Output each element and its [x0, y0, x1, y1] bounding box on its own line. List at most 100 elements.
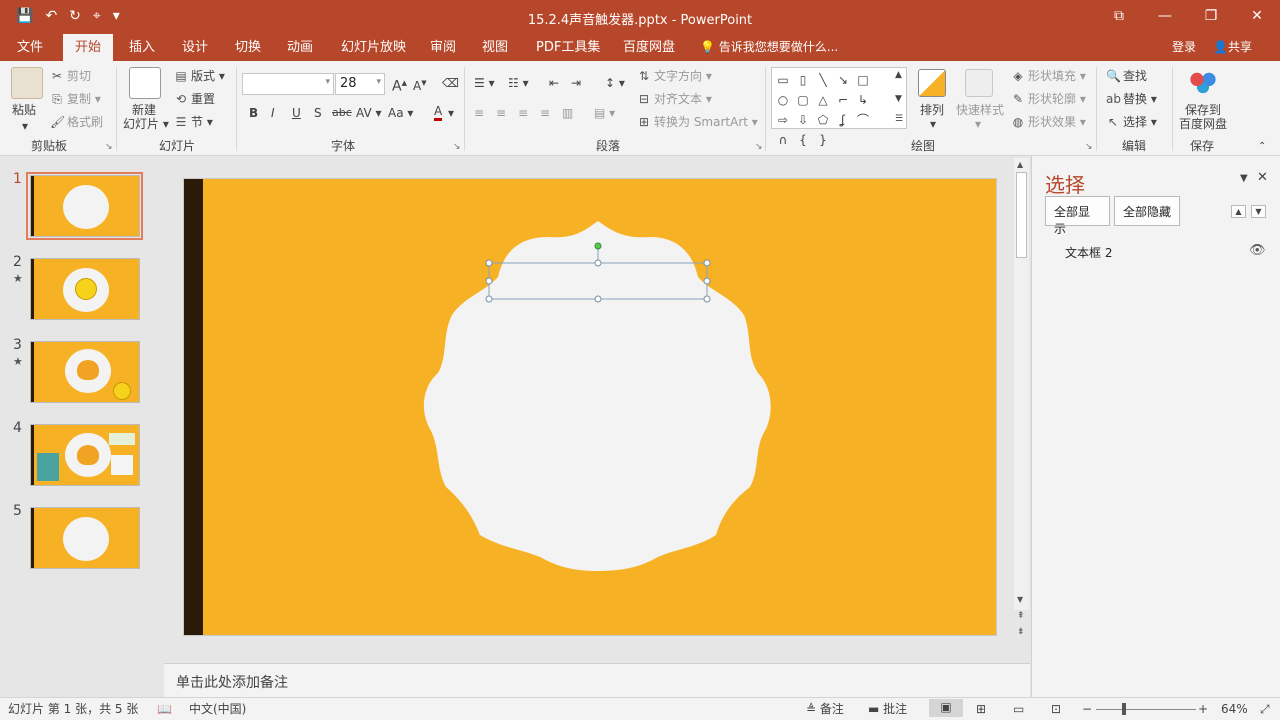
text-shadow-button[interactable]: S [314, 105, 322, 121]
align-right-icon[interactable]: ≡ [518, 105, 528, 121]
tab-home[interactable]: 开始 [63, 34, 114, 61]
bullets-button[interactable]: ☰ ▾ [474, 75, 495, 91]
textbox-shape-icon[interactable]: ▭ [775, 70, 791, 90]
rotate-handle[interactable] [594, 242, 602, 250]
line-shape-icon[interactable]: ╲ [815, 70, 831, 90]
spell-check-icon[interactable]: 📖 [157, 701, 172, 717]
shape-outline-button[interactable]: ✎ 形状轮廓 ▾ [1011, 91, 1086, 107]
bold-button[interactable]: B [249, 105, 258, 121]
close-button[interactable]: ✕ [1234, 0, 1280, 32]
tab-transitions[interactable]: 切换 [235, 38, 261, 57]
font-size-dropdown-icon[interactable]: ▾ [376, 77, 381, 87]
zoom-slider-track[interactable] [1096, 709, 1196, 710]
previous-slide-icon[interactable]: ⇞ [1017, 611, 1025, 621]
tab-baidu-netdisk[interactable]: 百度网盘 [623, 38, 675, 57]
arrange-icon[interactable] [918, 69, 946, 97]
new-slide-icon[interactable] [129, 67, 161, 99]
cut-button[interactable]: ✂ 剪切 [50, 68, 91, 84]
change-case-button[interactable]: Aa ▾ [388, 105, 413, 121]
justify-icon[interactable]: ≡ [540, 105, 550, 121]
distribute-icon[interactable]: ▥ [562, 105, 573, 121]
scroll-down-icon[interactable]: ▼ [1017, 595, 1023, 604]
slide-thumbnail-2[interactable] [30, 258, 140, 320]
tell-me-search[interactable]: 💡 告诉我您想要做什么... [700, 38, 838, 57]
slide-thumbnail-3[interactable] [30, 341, 140, 403]
text-direction-button[interactable]: ⇅ 文字方向 ▾ [637, 68, 712, 84]
left-brace-shape-icon[interactable]: { [795, 130, 811, 150]
quick-styles-icon[interactable] [965, 69, 993, 97]
align-left-icon[interactable]: ≡ [474, 105, 484, 121]
tab-pdf-tools[interactable]: PDF工具集 [536, 38, 600, 57]
collapse-ribbon-icon[interactable]: ⌃ [1258, 139, 1266, 155]
elbow-arrow-icon[interactable]: ↳ [855, 90, 871, 110]
scroll-thumb[interactable] [1016, 172, 1027, 258]
font-name-dropdown-icon[interactable]: ▾ [325, 77, 330, 87]
right-arrow-shape-icon[interactable]: ⇨ [775, 110, 791, 130]
new-slide-dropdown[interactable]: 幻灯片 ▾ [123, 116, 169, 132]
baidu-netdisk-icon[interactable] [1188, 69, 1218, 95]
reading-view-icon[interactable]: ▭ [1013, 701, 1024, 717]
arc-shape-icon[interactable]: ⌒ [855, 110, 871, 130]
font-color-dropdown-icon[interactable]: ▾ [448, 105, 454, 121]
minimize-button[interactable]: — [1142, 0, 1188, 32]
font-color-button[interactable]: A [434, 105, 443, 121]
slide-sorter-icon[interactable]: ⊞ [976, 701, 986, 717]
vtextbox-shape-icon[interactable]: ▯ [795, 70, 811, 90]
clear-format-icon[interactable]: ⌫ [442, 75, 459, 91]
resize-handle[interactable] [594, 259, 602, 267]
elbow-connector-icon[interactable]: ⌐ [835, 90, 851, 110]
freeform-shape-icon[interactable]: ⬠ [815, 110, 831, 130]
tab-design[interactable]: 设计 [182, 38, 208, 57]
triangle-shape-icon[interactable]: △ [815, 90, 831, 110]
show-all-button[interactable]: 全部显示 [1045, 196, 1110, 236]
resize-handle[interactable] [485, 295, 493, 303]
resize-handle[interactable] [485, 277, 493, 285]
zoom-slider-thumb[interactable] [1122, 703, 1126, 715]
italic-button[interactable]: I [271, 105, 275, 121]
selection-item-textbox[interactable]: 文本框 2 [1065, 244, 1112, 261]
login-link[interactable]: 登录 [1172, 38, 1196, 57]
paste-icon[interactable] [11, 67, 43, 99]
current-slide[interactable] [183, 178, 997, 636]
font-size-input[interactable]: 28 ▾ [335, 73, 385, 95]
fit-to-window-icon[interactable]: ⤢ [1260, 701, 1270, 717]
shape-effects-button[interactable]: ◍ 形状效果 ▾ [1011, 114, 1086, 130]
close-pane-icon[interactable]: ✕ [1257, 170, 1268, 185]
grow-font-button[interactable]: A▲ [392, 75, 407, 95]
zoom-level[interactable]: 64% [1221, 701, 1248, 717]
scalloped-badge-shape[interactable] [423, 221, 771, 571]
send-backward-icon[interactable]: ▼ [1251, 205, 1266, 218]
quick-styles-dropdown-icon[interactable]: ▾ [975, 116, 981, 132]
slide-thumbnail-4[interactable] [30, 424, 140, 486]
ribbon-display-icon[interactable]: ⧉ [1096, 0, 1142, 32]
zoom-out-icon[interactable]: − [1082, 701, 1092, 717]
font-launcher-icon[interactable]: ↘ [453, 142, 461, 152]
right-brace-shape-icon[interactable]: } [815, 130, 831, 150]
find-button[interactable]: 🔍 查找 [1106, 68, 1147, 84]
rounded-rect-shape-icon[interactable]: ▢ [795, 90, 811, 110]
decrease-indent-icon[interactable]: ⇤ [549, 75, 559, 91]
gallery-up-icon[interactable]: ▲ [895, 67, 902, 83]
copy-button[interactable]: ⎘ 复制 ▾ [50, 91, 101, 107]
tab-animations[interactable]: 动画 [287, 38, 313, 57]
drawing-launcher-icon[interactable]: ↘ [1085, 142, 1093, 152]
down-arrow-shape-icon[interactable]: ⇩ [795, 110, 811, 130]
resize-handle[interactable] [703, 259, 711, 267]
section-button[interactable]: ☰ 节 ▾ [174, 114, 213, 130]
slide-thumbnail-1[interactable] [30, 175, 140, 237]
format-painter-button[interactable]: 🖌 格式刷 [50, 114, 103, 130]
curve-shape-icon[interactable]: ∩ [775, 130, 791, 150]
slide-thumbnail-5[interactable] [30, 507, 140, 569]
oval-shape-icon[interactable]: ○ [775, 90, 791, 110]
paragraph-launcher-icon[interactable]: ↘ [755, 142, 763, 152]
shrink-font-button[interactable]: A▼ [413, 75, 427, 94]
normal-view-icon[interactable]: ▣ [929, 699, 963, 717]
tab-view[interactable]: 视图 [482, 38, 508, 57]
clipboard-launcher-icon[interactable]: ↘ [105, 142, 113, 152]
select-button[interactable]: ↖ 选择 ▾ [1106, 114, 1157, 130]
scribble-shape-icon[interactable]: ʆ [835, 110, 851, 130]
bring-forward-icon[interactable]: ▲ [1231, 205, 1246, 218]
rectangle-shape-icon[interactable]: □ [855, 70, 871, 90]
align-center-icon[interactable]: ≡ [496, 105, 506, 121]
resize-handle[interactable] [703, 277, 711, 285]
